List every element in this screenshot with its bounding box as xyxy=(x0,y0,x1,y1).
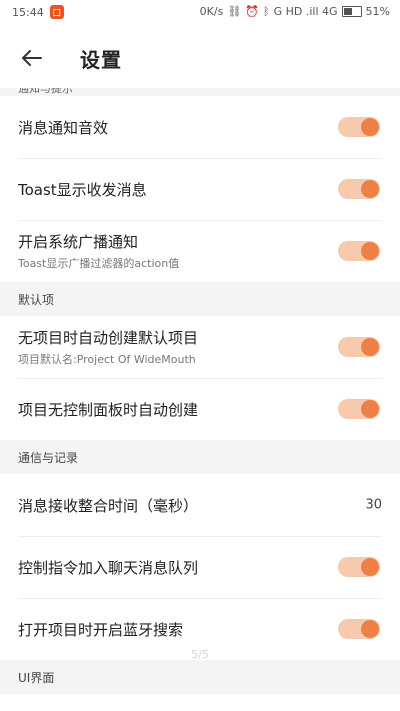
setting-auto-project[interactable]: 无项目时自动创建默认项目 项目默认名:Project Of WideMouth xyxy=(0,316,400,378)
bluetooth-icon: ᛒ xyxy=(262,5,270,18)
battery-percent: 51% xyxy=(365,5,390,18)
setting-title: 控制指令加入聊天消息队列 xyxy=(18,558,199,577)
section-header-comm: 通信与记录 xyxy=(0,440,400,474)
setting-title: 项目无控制面板时自动创建 xyxy=(18,400,199,419)
status-time: 15:44 xyxy=(12,5,44,19)
setting-title: 打开项目时开启蓝牙搜索 xyxy=(18,620,184,639)
setting-auto-panel[interactable]: 项目无控制面板时自动创建 xyxy=(0,378,400,440)
setting-broadcast[interactable]: 开启系统广播通知 Toast显示广播过滤器的action值 xyxy=(0,220,400,282)
toggle-knob xyxy=(361,118,379,136)
toggle-knob xyxy=(361,558,379,576)
alarm-icon: ⏰ xyxy=(245,5,259,18)
setting-title: 开启系统广播通知 xyxy=(18,233,139,251)
back-arrow-icon xyxy=(22,50,42,66)
setting-subtitle: Toast显示广播过滤器的action值 xyxy=(18,257,180,270)
section-header-ui: UI界面 xyxy=(0,660,400,694)
network-speed: 0K/s xyxy=(199,5,224,18)
setting-title: Toast显示收发消息 xyxy=(18,180,147,199)
toggle-knob xyxy=(361,180,379,198)
status-bar: 15:44 口 0K/s ⛓ ⏰ ᛒ G HD .ill 4G 51% xyxy=(0,0,400,26)
toggle-knob xyxy=(361,338,379,356)
toggle-knob xyxy=(361,242,379,260)
setting-toast[interactable]: Toast显示收发消息 xyxy=(0,158,400,220)
toggle-knob xyxy=(361,620,379,638)
setting-title: 消息接收整合时间（毫秒） xyxy=(18,496,199,515)
setting-sound[interactable]: 消息通知音效 xyxy=(0,96,400,158)
page-title: 设置 xyxy=(80,48,122,72)
app-bar: 设置 xyxy=(0,26,400,88)
command-queue-toggle[interactable] xyxy=(338,557,380,577)
page-indicator: 5/5 xyxy=(191,648,209,661)
auto-panel-toggle[interactable] xyxy=(338,399,380,419)
sound-toggle[interactable] xyxy=(338,117,380,137)
section-header-notify: 通知与提示 xyxy=(0,88,400,96)
toast-toggle[interactable] xyxy=(338,179,380,199)
section-header-defaults: 默认项 xyxy=(0,282,400,316)
broadcast-toggle[interactable] xyxy=(338,241,380,261)
setting-title: 消息通知音效 xyxy=(18,118,109,137)
link-icon: ⛓ xyxy=(227,5,242,18)
auto-project-toggle[interactable] xyxy=(338,337,380,357)
setting-command-queue[interactable]: 控制指令加入聊天消息队列 xyxy=(0,536,400,598)
toggle-knob xyxy=(361,400,379,418)
status-right: 0K/s ⛓ ⏰ ᛒ G HD .ill 4G 51% xyxy=(200,5,390,18)
settings-list[interactable]: 通知与提示 消息通知音效 Toast显示收发消息 开启系统广播通知 Toast显… xyxy=(0,88,400,711)
battery-icon xyxy=(341,6,362,17)
setting-subtitle: 项目默认名:Project Of WideMouth xyxy=(18,353,196,366)
setting-title: 无项目时自动创建默认项目 xyxy=(18,329,199,347)
app-notification-icon: 口 xyxy=(49,5,64,19)
signal-text: G HD .ill 4G xyxy=(273,5,338,18)
bluetooth-scan-toggle[interactable] xyxy=(338,619,380,639)
status-left: 15:44 口 xyxy=(12,5,64,19)
back-button[interactable] xyxy=(18,44,46,72)
setting-merge-time[interactable]: 消息接收整合时间（毫秒） 30 xyxy=(0,474,400,536)
merge-time-value: 30 xyxy=(365,497,382,513)
battery-fill xyxy=(343,8,352,15)
